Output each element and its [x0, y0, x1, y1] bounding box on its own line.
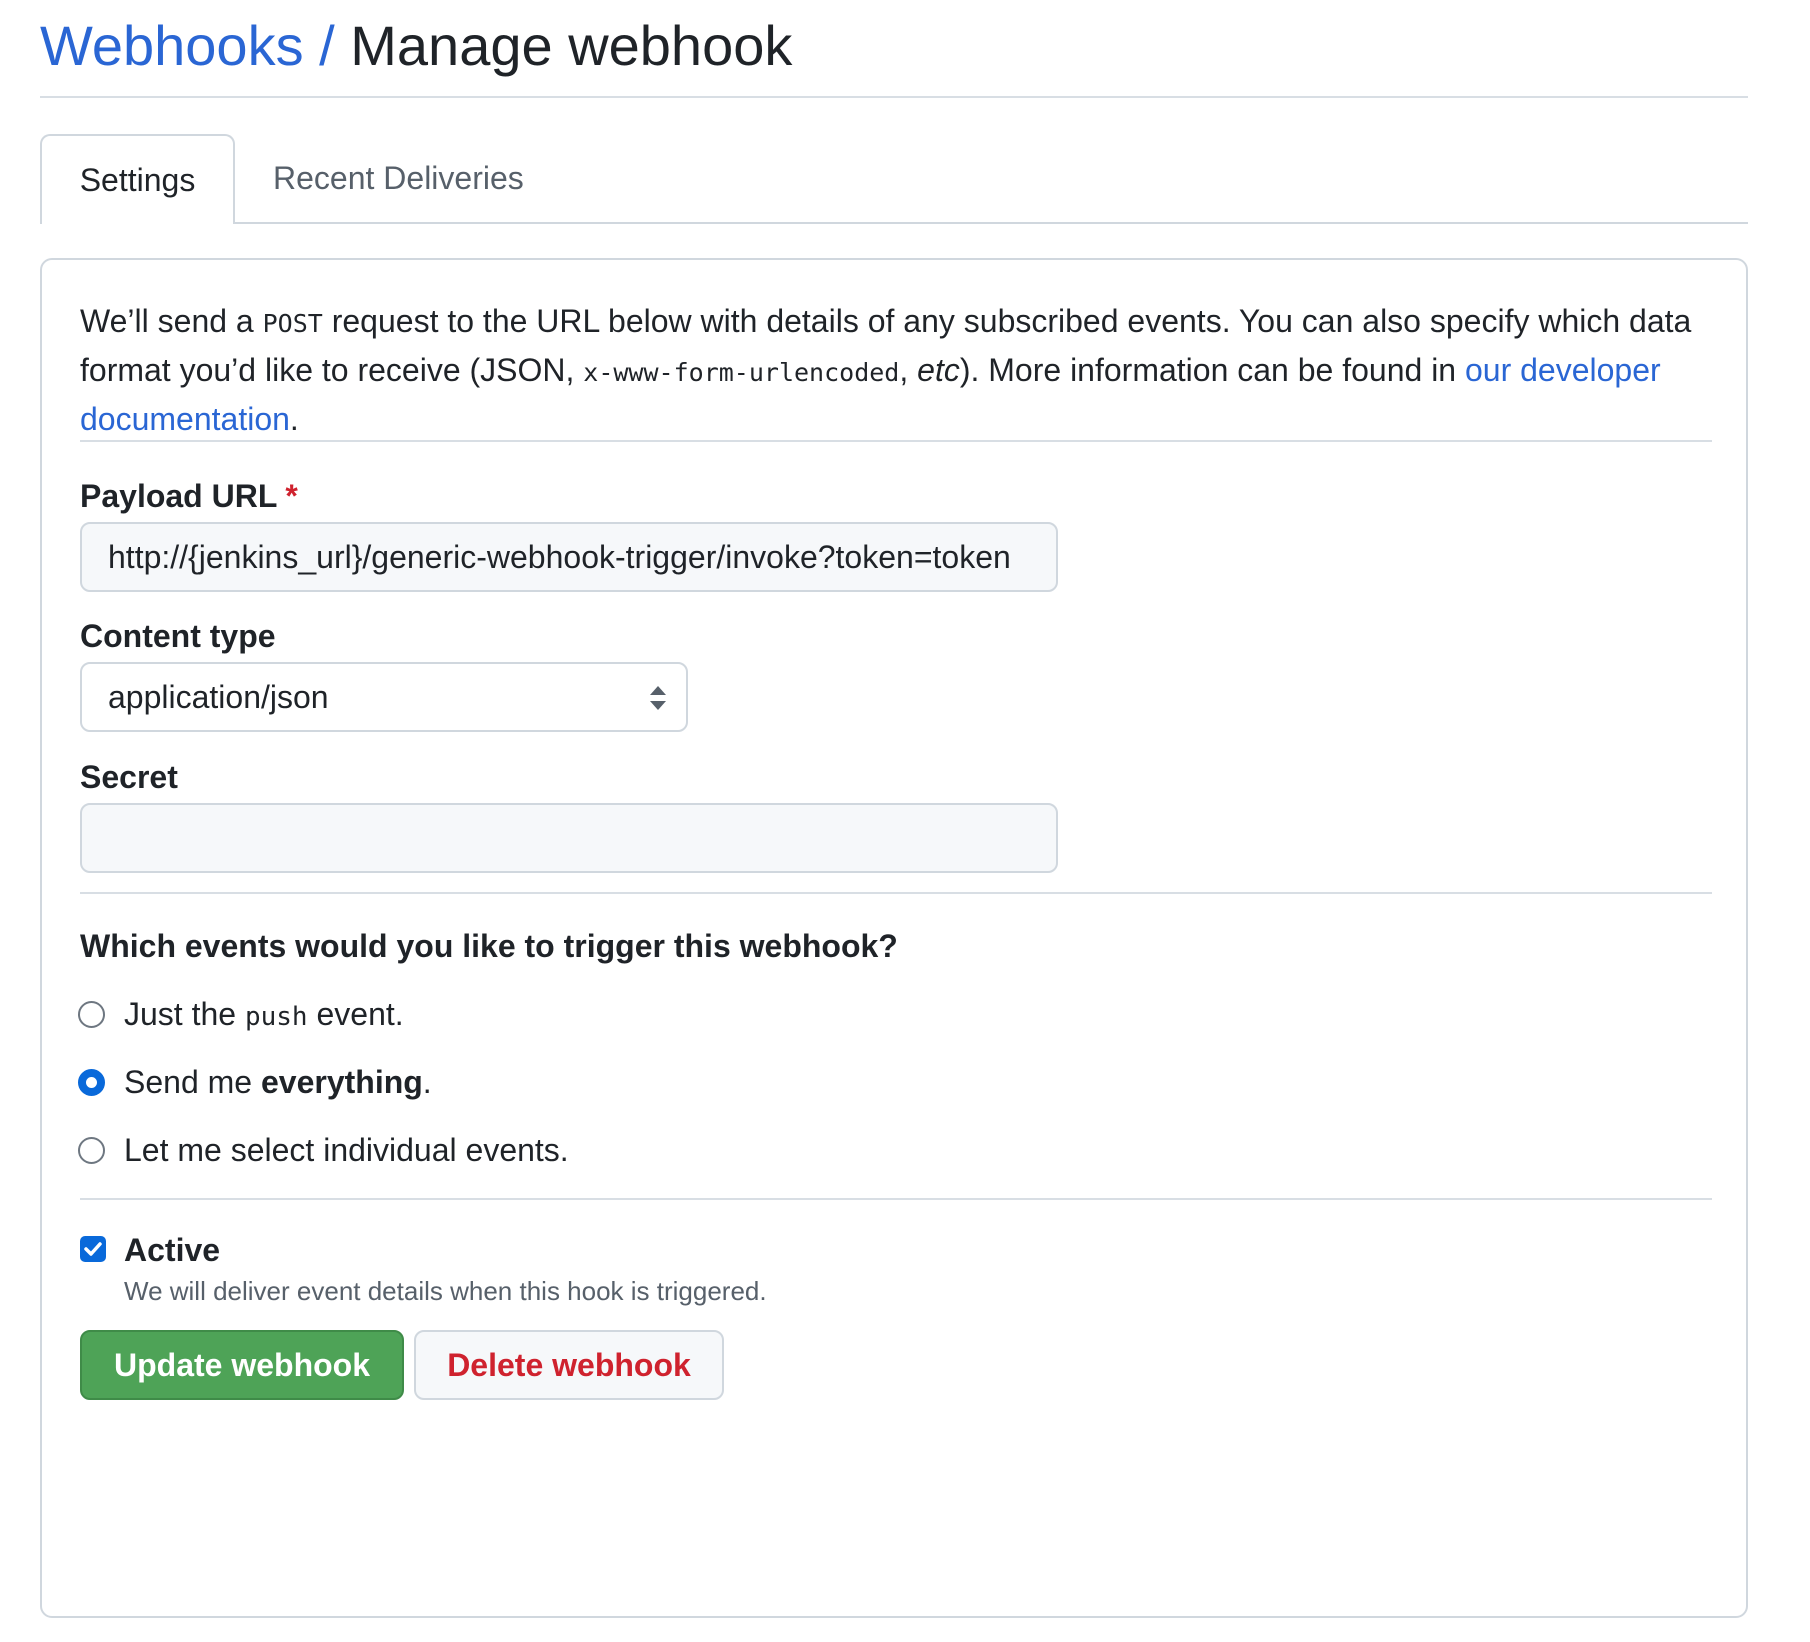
radio-everything-label: Send me everything. [124, 1062, 432, 1102]
content-type-select[interactable]: application/json [80, 662, 688, 732]
intro-text: We’ll send a [80, 303, 263, 339]
payload-url-input[interactable]: http://{jenkins_url}/generic-webhook-tri… [80, 522, 1058, 592]
divider [80, 892, 1712, 894]
payload-url-label-text: Payload URL [80, 478, 278, 514]
breadcrumb-separator: / [319, 14, 335, 77]
tab-recent-deliveries[interactable]: Recent Deliveries [235, 134, 562, 222]
intro-text: ). More information can be found in [959, 352, 1465, 388]
radio-text: . [422, 1064, 432, 1100]
webhook-settings-form: We’ll send a POST request to the URL bel… [40, 258, 1748, 1618]
active-checkbox[interactable] [80, 1236, 106, 1262]
everything-bold: everything [260, 1064, 423, 1100]
active-label: Active [124, 1232, 221, 1268]
page-header: Webhooks / Manage webhook [40, 8, 1748, 98]
push-code: push [244, 1002, 308, 1032]
post-code: POST [262, 309, 323, 338]
content-type-value: application/json [108, 679, 329, 715]
content-type-label: Content type [80, 618, 276, 654]
radio-text: Just the [124, 996, 245, 1032]
intro-text: , [899, 352, 918, 388]
required-marker: * [285, 478, 298, 514]
radio-button-selected[interactable] [78, 1069, 105, 1096]
radio-individual-label: Let me select individual events. [124, 1132, 569, 1168]
divider [80, 440, 1712, 442]
radio-text: event. [307, 996, 404, 1032]
select-arrows-icon [650, 686, 666, 710]
secret-label: Secret [80, 759, 178, 795]
page-title: Manage webhook [350, 14, 793, 77]
format-code: x-www-form-urlencoded [583, 358, 900, 387]
radio-button[interactable] [78, 1001, 105, 1028]
radio-push-label: Just the push event. [124, 994, 404, 1037]
manage-webhook-page: Webhooks / Manage webhook Settings Recen… [0, 0, 1810, 1642]
etc-text: etc [917, 352, 960, 388]
radio-button[interactable] [78, 1137, 105, 1164]
divider [80, 1198, 1712, 1200]
tab-settings[interactable]: Settings [40, 134, 235, 224]
intro-text: . [289, 401, 299, 437]
update-webhook-button[interactable]: Update webhook [80, 1330, 404, 1400]
delete-webhook-button[interactable]: Delete webhook [414, 1330, 724, 1400]
checkmark-icon [84, 1242, 102, 1256]
breadcrumb-webhooks-link[interactable]: Webhooks [40, 14, 304, 77]
active-description: We will deliver event details when this … [124, 1276, 767, 1306]
intro-description: We’ll send a POST request to the URL bel… [80, 298, 1720, 443]
tab-bar: Settings Recent Deliveries [40, 134, 1748, 224]
events-question: Which events would you like to trigger t… [80, 928, 898, 964]
radio-text: Send me [124, 1064, 261, 1100]
payload-url-label: Payload URL * [80, 476, 298, 516]
secret-input[interactable] [80, 803, 1058, 873]
